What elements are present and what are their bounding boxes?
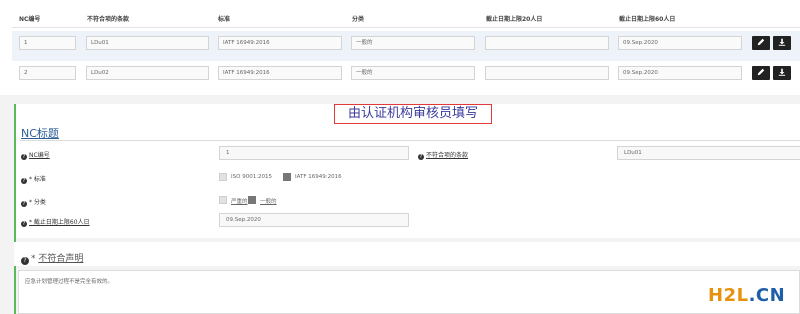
watermark-logo: H2L.CN xyxy=(708,285,786,306)
question-circle-icon[interactable]: ? xyxy=(21,201,27,207)
section-accent-bar xyxy=(14,104,16,314)
download-icon[interactable] xyxy=(773,36,791,50)
category-label: ? * 分类 xyxy=(21,199,46,207)
statement-header xyxy=(14,242,800,266)
question-circle-icon[interactable]: ? xyxy=(21,178,27,184)
category-field[interactable]: 一般的 xyxy=(351,66,475,80)
standard-field[interactable]: IATF 16949:2016 xyxy=(218,66,342,80)
standard-iso-checkbox[interactable] xyxy=(219,173,227,181)
nc-no-field[interactable]: 1 xyxy=(19,36,76,50)
category-major-label: 严重的 xyxy=(231,199,248,205)
clause-field[interactable]: LDu02 xyxy=(86,66,209,80)
category-minor-label: 一般的 xyxy=(260,199,277,205)
question-circle-icon[interactable]: ? xyxy=(21,221,27,227)
nc-no-field[interactable]: 2 xyxy=(19,66,76,80)
header-nc-no: NC编号 xyxy=(19,16,41,23)
question-circle-icon[interactable]: ? xyxy=(21,154,27,160)
header-deadline-60: 截止日期上限60人日 xyxy=(619,16,676,23)
question-circle-icon[interactable]: ? xyxy=(21,257,29,265)
standard-field[interactable]: IATF 16949:2016 xyxy=(218,36,342,50)
statement-title: ? * 不符合声明 xyxy=(21,251,83,265)
standard-iatf-checkbox[interactable] xyxy=(283,173,291,181)
deadline-60-field[interactable]: 09.Sep.2020 xyxy=(618,66,742,80)
header-standard: 标准 xyxy=(218,16,231,23)
header-clause: 不符合项的条款 xyxy=(87,16,130,23)
pencil-icon[interactable] xyxy=(752,66,770,80)
category-field[interactable]: 一般的 xyxy=(351,36,475,50)
nc-table: NC编号 不符合项的条款 标准 分类 截止日期上限20人日 截止日期上限60人日… xyxy=(0,0,800,95)
pencil-icon[interactable] xyxy=(752,36,770,50)
standard-iatf-label: IATF 16949:2016 xyxy=(295,174,342,180)
standard-iso-label: ISO 9001:2015 xyxy=(231,174,273,180)
download-icon[interactable] xyxy=(773,66,791,80)
nc-no-label: ? NC编号 xyxy=(21,152,50,160)
category-major-checkbox[interactable] xyxy=(219,196,227,204)
table-row: 1 LDu01 IATF 16949:2016 一般的 09.Sep.2020 xyxy=(12,31,800,61)
deadline-20-field[interactable] xyxy=(485,36,609,50)
clause-field[interactable]: LDu01 xyxy=(86,36,209,50)
deadline-60-field[interactable]: 09.Sep.2020 xyxy=(618,36,742,50)
question-circle-icon[interactable]: ? xyxy=(418,154,424,160)
header-deadline-20: 截止日期上限20人日 xyxy=(486,16,543,23)
header-category: 分类 xyxy=(352,16,365,23)
section-divider xyxy=(20,140,800,141)
clause-input[interactable]: LDu01 xyxy=(617,146,800,160)
clause-label: ? 不符合项的条款 xyxy=(418,152,469,160)
standard-label: ? * 标准 xyxy=(21,176,46,184)
header-divider xyxy=(12,27,800,28)
annotation-callout: 由认证机构审核员填写 xyxy=(334,104,492,124)
statement-textarea[interactable]: 应急计划管理过程不是完全有效的。 xyxy=(18,270,800,314)
table-row: 2 LDu02 IATF 16949:2016 一般的 09.Sep.2020 xyxy=(12,61,800,91)
deadline-label: ? * 截止日期上限60人日 xyxy=(21,219,90,227)
deadline-20-field[interactable] xyxy=(485,66,609,80)
nc-no-input[interactable]: 1 xyxy=(219,146,409,160)
category-minor-checkbox[interactable] xyxy=(248,196,256,204)
deadline-input[interactable]: 09.Sep.2020 xyxy=(219,213,409,227)
section-title: NC标题 xyxy=(21,127,59,140)
